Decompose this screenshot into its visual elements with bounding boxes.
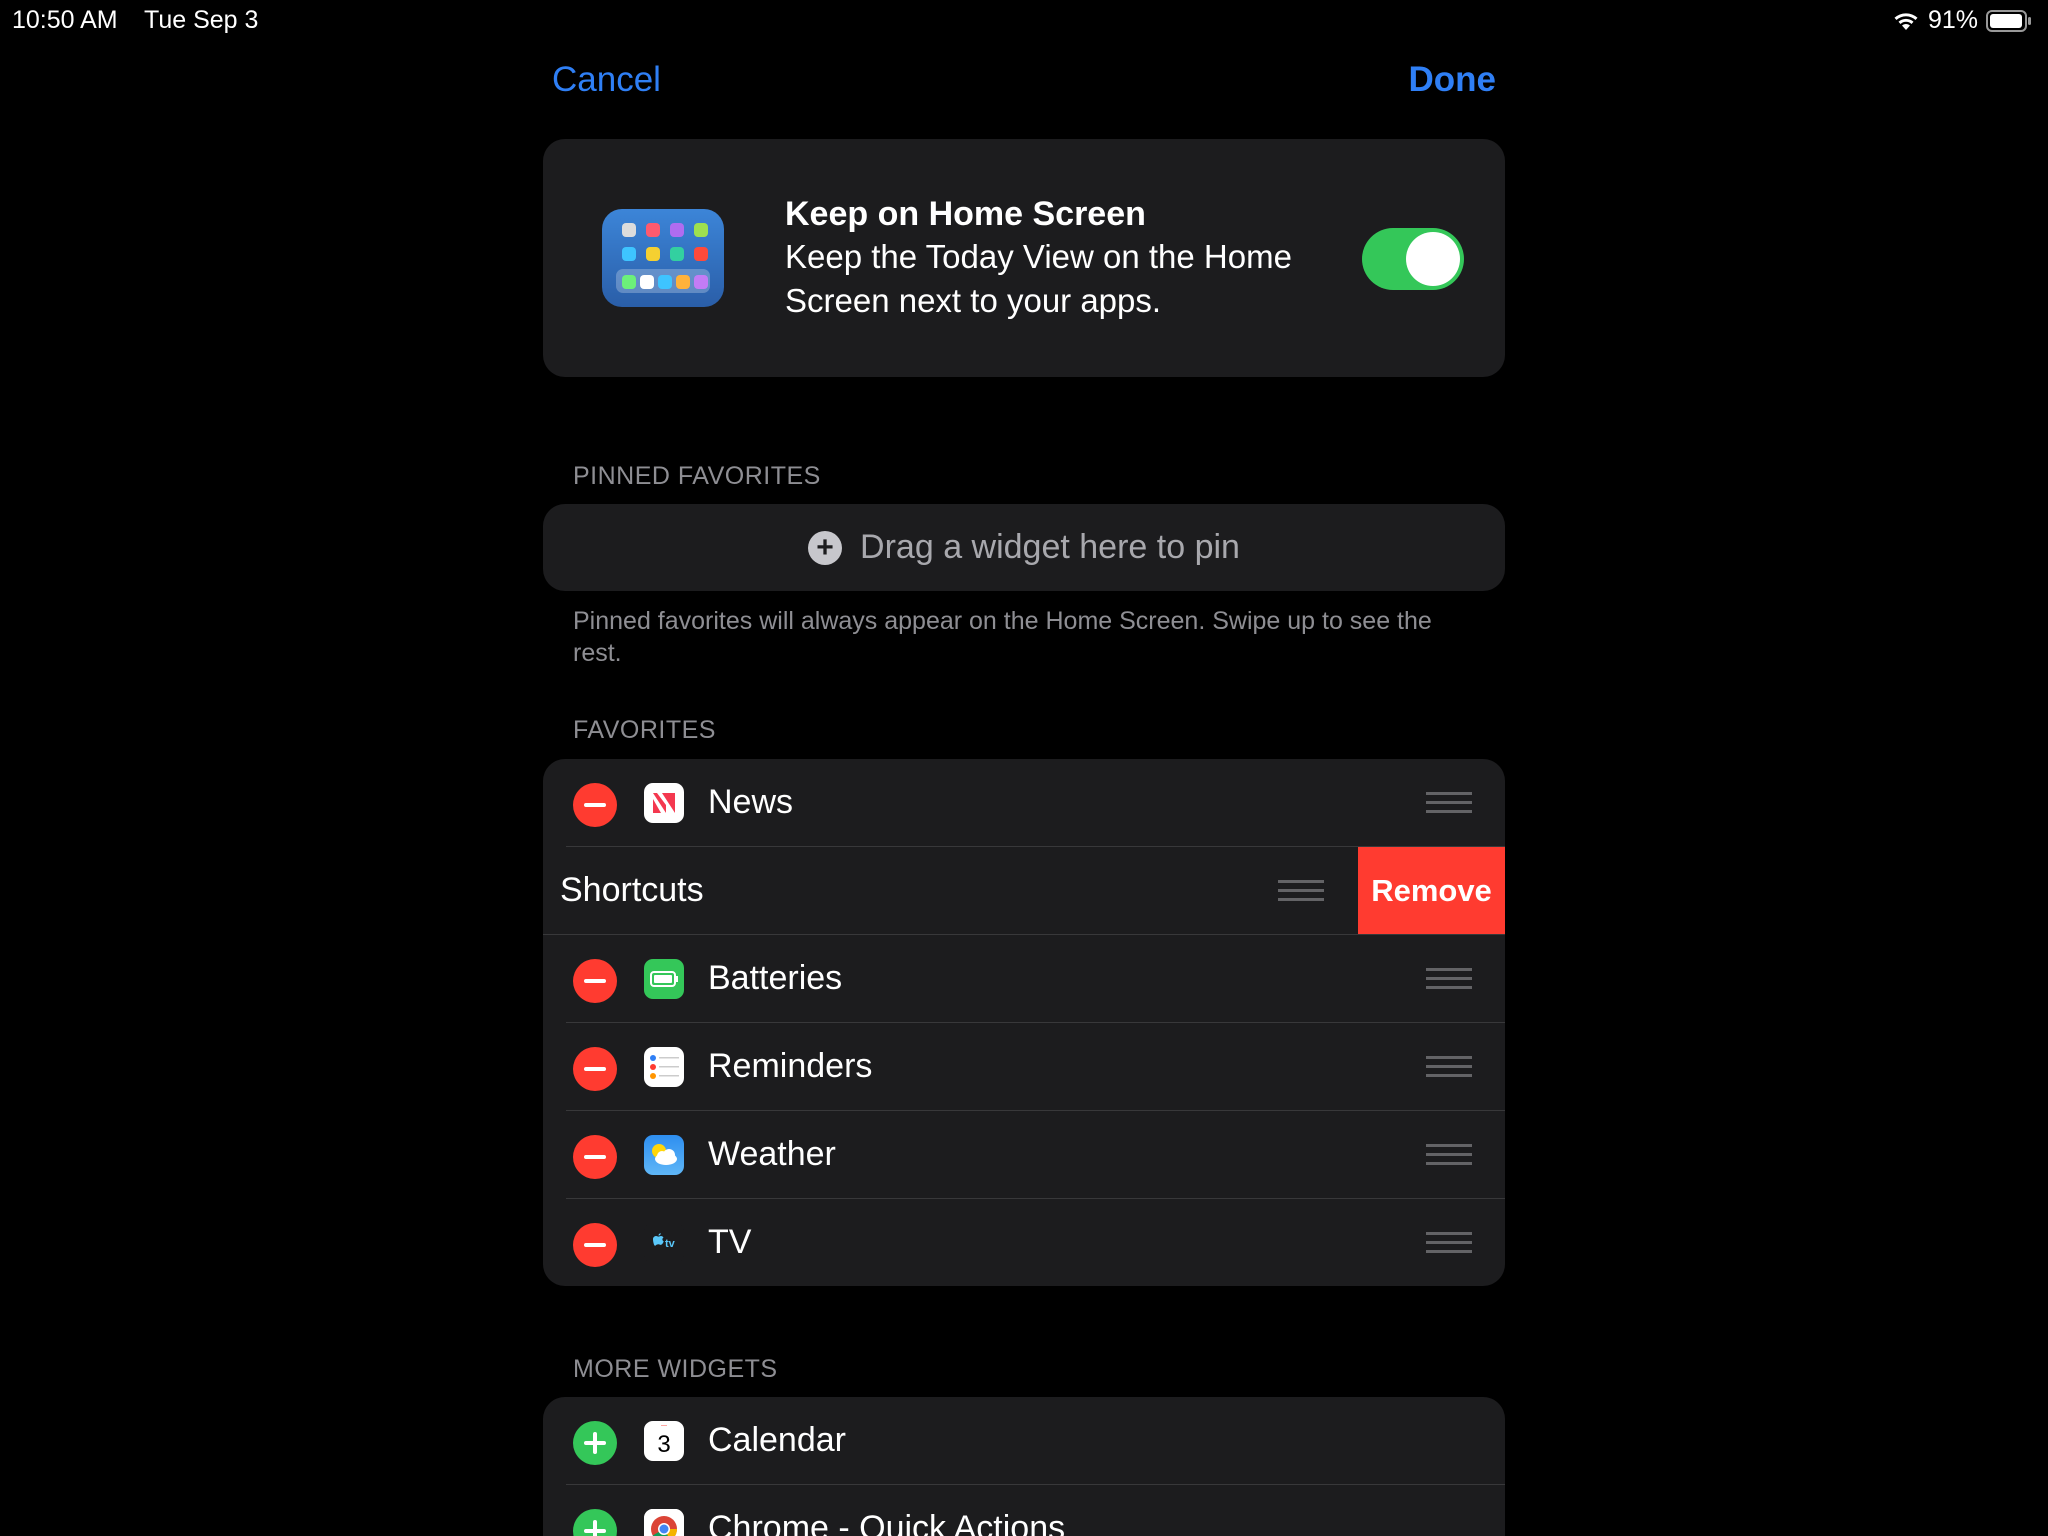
widget-label: News: [708, 783, 794, 821]
remove-button[interactable]: Remove: [1358, 847, 1505, 935]
wifi-icon: [1892, 10, 1920, 32]
tv-icon: tv: [644, 1223, 684, 1263]
done-button[interactable]: Done: [1409, 60, 1497, 100]
widget-label: Chrome - Quick Actions: [708, 1509, 1066, 1536]
batteries-icon: [644, 959, 684, 999]
reorder-handle-icon[interactable]: [1426, 1232, 1472, 1254]
list-item: — 3 Calendar: [543, 1397, 1505, 1485]
add-circle-button[interactable]: [573, 1421, 617, 1465]
keep-on-home-screen-card: Keep on Home Screen Keep the Today View …: [543, 139, 1505, 377]
toggle-knob: [1406, 232, 1460, 286]
pin-drop-zone[interactable]: + Drag a widget here to pin: [543, 504, 1505, 591]
reorder-handle-icon[interactable]: [1426, 792, 1472, 814]
favorites-list: News Shortcuts Remove Batteries Reminder…: [543, 759, 1505, 1286]
status-bar: 10:50 AM Tue Sep 3 91%: [0, 0, 2048, 40]
list-item-swiped: Shortcuts Remove: [543, 847, 1505, 935]
keep-home-description: Keep the Today View on the Home Screen n…: [785, 238, 1292, 319]
list-item: Chrome - Quick Actions: [543, 1485, 1505, 1536]
remove-circle-button[interactable]: [573, 1047, 617, 1091]
widget-label: Shortcuts: [560, 871, 704, 909]
reorder-handle-icon[interactable]: [1426, 1144, 1472, 1166]
pin-placeholder: Drag a widget here to pin: [860, 528, 1240, 566]
svg-text:tv: tv: [665, 1238, 676, 1250]
status-indicators: 91%: [1892, 6, 2032, 35]
widget-label: TV: [708, 1223, 752, 1261]
reorder-handle-icon[interactable]: [1278, 880, 1324, 902]
battery-percent: 91%: [1927, 6, 1978, 34]
battery-icon: [1986, 9, 2032, 32]
more-widgets-header: MORE WIDGETS: [573, 1355, 778, 1383]
remove-circle-button[interactable]: [573, 1223, 617, 1267]
remove-circle-button[interactable]: [573, 1135, 617, 1179]
pinned-favorites-header: PINNED FAVORITES: [573, 462, 821, 490]
list-item: Reminders: [543, 1023, 1505, 1111]
list-item: Weather: [543, 1111, 1505, 1199]
add-circle-button[interactable]: [573, 1509, 617, 1536]
home-screen-app-icon: [602, 209, 724, 307]
reminders-icon: [644, 1047, 684, 1087]
list-item: Batteries: [543, 935, 1505, 1023]
chrome-icon: [644, 1509, 684, 1536]
calendar-icon: — 3: [644, 1421, 684, 1461]
remove-circle-button[interactable]: [573, 783, 617, 827]
list-item: News: [543, 759, 1505, 847]
widget-label: Weather: [708, 1135, 836, 1173]
widget-label: Calendar: [708, 1421, 846, 1459]
keep-home-toggle[interactable]: [1362, 228, 1464, 290]
remove-circle-button[interactable]: [573, 959, 617, 1003]
reorder-handle-icon[interactable]: [1426, 1056, 1472, 1078]
pinned-favorites-note: Pinned favorites will always appear on t…: [573, 607, 1432, 667]
favorites-header: FAVORITES: [573, 716, 716, 744]
status-date: Tue Sep 3: [144, 6, 259, 34]
calendar-day: 3: [657, 1431, 671, 1458]
status-time: 10:50 AM: [12, 6, 118, 34]
more-widgets-list: — 3 Calendar Chrome - Quick Actions: [543, 1397, 1505, 1536]
weather-icon: [644, 1135, 684, 1175]
plus-circle-icon: +: [808, 530, 843, 565]
widget-label: Batteries: [708, 959, 843, 997]
cancel-button[interactable]: Cancel: [552, 60, 661, 100]
list-item: tv TV: [543, 1199, 1505, 1286]
keep-home-title: Keep on Home Screen: [785, 195, 1146, 233]
news-icon: [644, 783, 684, 823]
reorder-handle-icon[interactable]: [1426, 968, 1472, 990]
widget-label: Reminders: [708, 1047, 873, 1085]
